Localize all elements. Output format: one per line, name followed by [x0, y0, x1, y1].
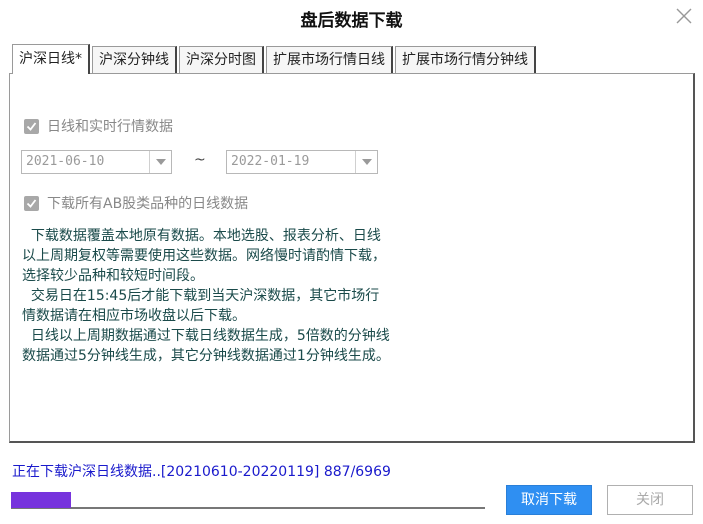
start-date-picker[interactable]: 2021-06-10: [21, 150, 172, 174]
progress-fill: [11, 492, 71, 508]
description-paragraph: 下载数据覆盖本地原有数据。本地选股、报表分析、日线以上周期复权等需要使用这些数据…: [22, 228, 386, 284]
title-bar: 盘后数据下载: [0, 0, 703, 34]
cancel-download-button[interactable]: 取消下载: [506, 485, 592, 515]
daily-realtime-label: 日线和实时行情数据: [47, 119, 173, 135]
download-status-text: 正在下载沪深日线数据..[20210610-20220119] 887/6969: [12, 464, 391, 480]
chevron-down-icon[interactable]: [149, 151, 171, 173]
close-button[interactable]: 关闭: [607, 485, 693, 515]
tab-panel: 日线和实时行情数据 2021-06-10 ~ 2022-01-19 下载所有AB…: [9, 73, 695, 443]
ab-share-label: 下载所有AB股类品种的日线数据: [47, 196, 249, 212]
tab-shsz-daily[interactable]: 沪深日线*: [12, 44, 90, 74]
tab-bar: 沪深日线* 沪深分钟线 沪深分时图 扩展市场行情日线 扩展市场行情分钟线: [12, 44, 538, 74]
date-range-separator: ~: [194, 152, 206, 168]
download-description: 下载数据覆盖本地原有数据。本地选股、报表分析、日线以上周期复权等需要使用这些数据…: [22, 226, 392, 366]
start-date-value: 2021-06-10: [26, 154, 105, 169]
tab-shsz-timeshare[interactable]: 沪深分时图: [179, 46, 264, 74]
tab-ext-market-daily[interactable]: 扩展市场行情日线: [266, 46, 393, 74]
tab-ext-market-minute[interactable]: 扩展市场行情分钟线: [395, 46, 536, 74]
daily-realtime-checkbox-row[interactable]: 日线和实时行情数据: [24, 116, 173, 136]
end-date-picker[interactable]: 2022-01-19: [226, 150, 378, 174]
description-paragraph: 交易日在15:45后才能下载到当天沪深数据，其它市场行情数据请在相应市场收盘以后…: [22, 288, 380, 324]
download-progress-bar: [11, 491, 485, 509]
window-title: 盘后数据下载: [300, 11, 403, 31]
description-paragraph: 日线以上周期数据通过下载日线数据生成，5倍数的分钟线数据通过5分钟线生成，其它分…: [22, 328, 390, 364]
chevron-down-icon[interactable]: [355, 151, 377, 173]
ab-share-checkbox-row[interactable]: 下载所有AB股类品种的日线数据: [24, 193, 248, 213]
daily-realtime-checkbox[interactable]: [24, 118, 39, 134]
end-date-value: 2022-01-19: [231, 154, 310, 169]
tab-shsz-minute[interactable]: 沪深分钟线: [92, 46, 177, 74]
ab-share-checkbox[interactable]: [24, 195, 39, 211]
close-icon[interactable]: [673, 5, 695, 27]
